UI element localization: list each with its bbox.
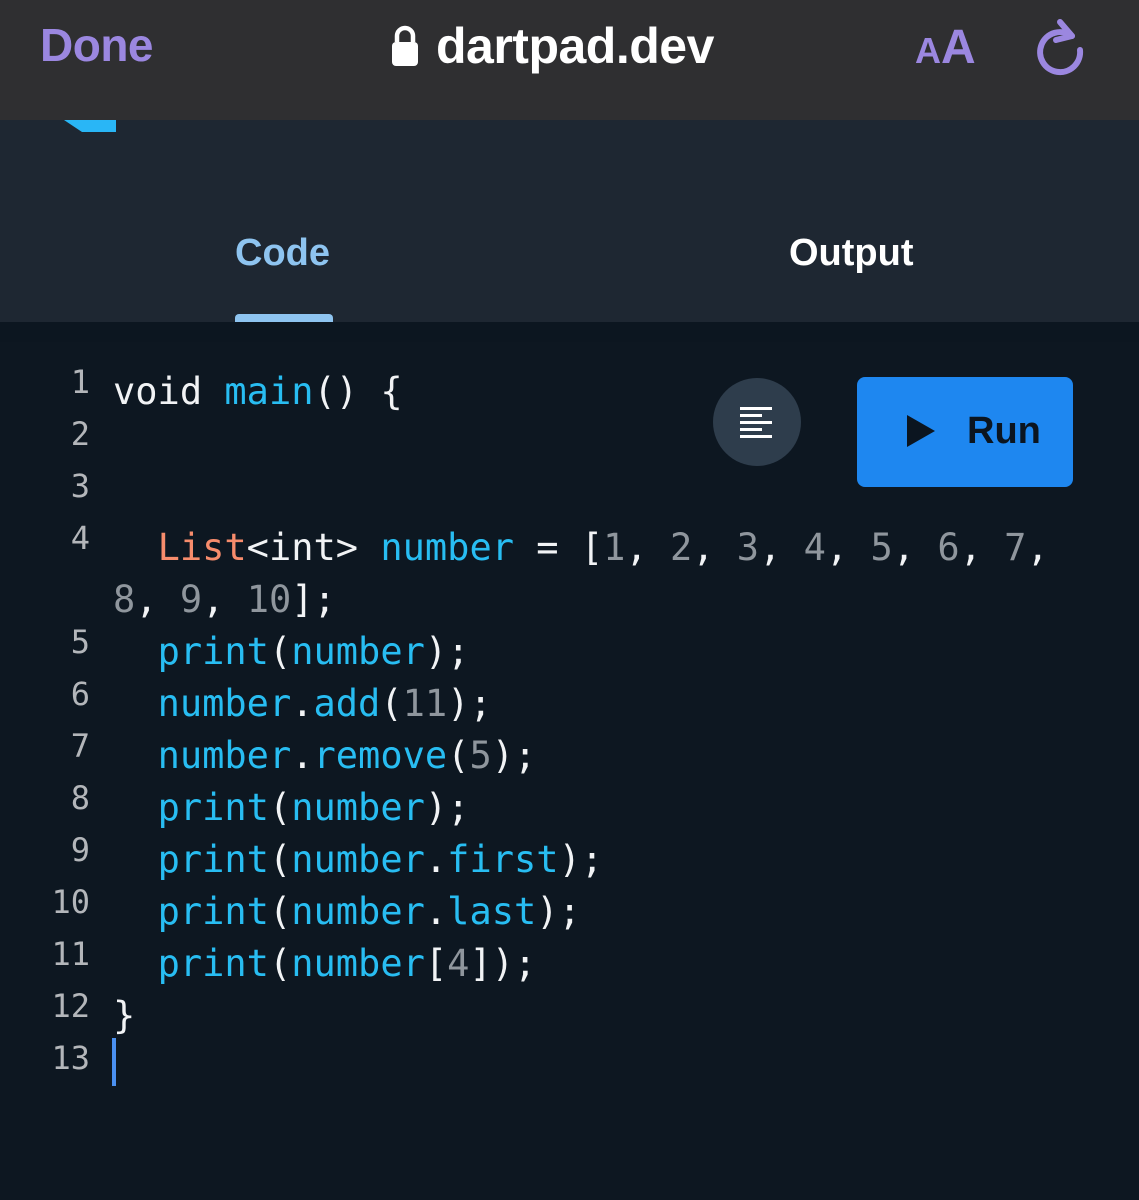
format-align-icon <box>740 407 772 438</box>
code-text: List<int> number = [1, 2, 3, 4, 5, 6, 7, <box>157 526 1049 569</box>
url-text: dartpad.dev <box>436 18 714 74</box>
lock-icon <box>392 25 418 66</box>
code-text: print(number[4]); <box>157 942 537 985</box>
header-divider <box>0 322 1139 342</box>
code-line: 7 number.remove(5); <box>0 727 1139 782</box>
run-label: Run <box>967 410 1041 452</box>
code-text: print(number); <box>157 630 470 673</box>
text-size-small-icon: A <box>915 30 941 71</box>
code-text: print(number.last); <box>157 890 581 933</box>
line-number: 10 <box>51 883 90 921</box>
line-number: 5 <box>70 623 90 661</box>
code-line: 6 number.add(11); <box>0 675 1139 730</box>
line-number: 8 <box>70 779 90 817</box>
format-button[interactable] <box>713 378 801 466</box>
line-number: 7 <box>70 727 90 765</box>
code-line: 4 List<int> number = [1, 2, 3, 4, 5, 6, … <box>0 519 1139 574</box>
code-text: 8, 9, 10]; <box>113 578 336 621</box>
code-line: 10 print(number.last); <box>0 883 1139 938</box>
code-text: print(number); <box>157 786 470 829</box>
text-size-large-icon: A <box>941 21 976 74</box>
code-line: 11 print(number[4]); <box>0 935 1139 990</box>
code-editor[interactable]: 1 void main() { 2 3 4 List<int> number =… <box>0 342 1139 1200</box>
line-number: 13 <box>51 1039 90 1077</box>
dartpad-logo-fragment <box>64 120 116 132</box>
tab-code[interactable]: Code <box>235 232 330 275</box>
play-icon <box>907 415 935 447</box>
code-line: 13 <box>0 1039 1139 1094</box>
code-text: number.add(11); <box>157 682 492 725</box>
text-cursor <box>112 1038 116 1086</box>
code-line: 9 print(number.first); <box>0 831 1139 886</box>
code-line: 12 } <box>0 987 1139 1042</box>
code-line: 5 print(number); <box>0 623 1139 678</box>
line-number: 6 <box>70 675 90 713</box>
text-size-button[interactable]: AA <box>915 20 976 75</box>
line-number: 4 <box>70 519 90 557</box>
reload-icon[interactable] <box>1032 16 1088 76</box>
browser-toolbar: Done dartpad.dev AA <box>0 0 1139 120</box>
address-bar[interactable]: dartpad.dev <box>390 18 714 74</box>
line-number: 1 <box>70 363 90 401</box>
code-text: void main() { <box>113 370 403 413</box>
run-button[interactable]: Run <box>857 377 1073 487</box>
line-number: 9 <box>70 831 90 869</box>
active-tab-indicator <box>235 314 333 322</box>
line-number: 3 <box>70 467 90 505</box>
line-number: 11 <box>51 935 90 973</box>
tab-output[interactable]: Output <box>789 232 914 275</box>
done-button[interactable]: Done <box>40 18 154 72</box>
code-text: } <box>113 994 136 1037</box>
code-text: number.remove(5); <box>157 734 537 777</box>
code-line-wrap: 8, 9, 10]; <box>0 574 1139 626</box>
code-line: 8 print(number); <box>0 779 1139 834</box>
code-text: print(number.first); <box>157 838 604 881</box>
line-number: 2 <box>70 415 90 453</box>
line-number: 12 <box>51 987 90 1025</box>
app-header: Code Output <box>0 120 1139 322</box>
